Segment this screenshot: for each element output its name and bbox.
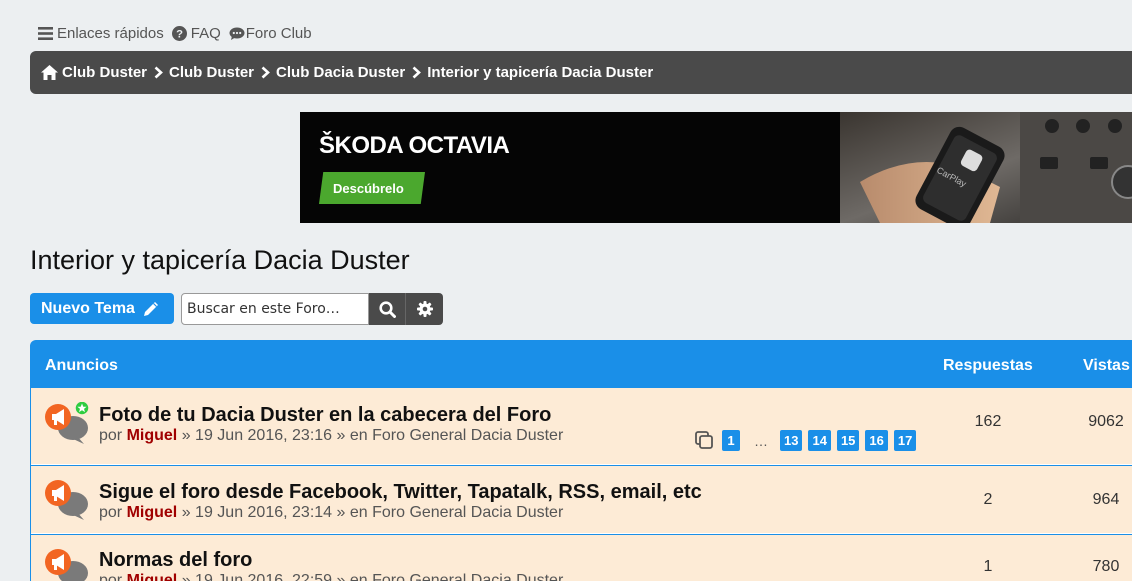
page-link-14[interactable]: 14 <box>808 430 831 451</box>
meta-date: » 19 Jun 2016, 22:59 » en <box>181 572 368 581</box>
breadcrumb-item-home[interactable]: Club Duster <box>62 64 147 81</box>
svg-text:?: ? <box>176 28 183 40</box>
topic-replies: 1 <box>983 558 993 575</box>
ad-banner[interactable]: ŠKODA OCTAVIA Descúbrelo CarPlay <box>300 112 1132 223</box>
topic-forum-link[interactable]: Foro General Dacia Duster <box>372 572 563 581</box>
header-views-label: Vistas <box>1083 357 1130 374</box>
announcement-icon <box>45 549 88 581</box>
header-section-label: Anuncios <box>45 357 118 374</box>
home-icon[interactable] <box>41 65 58 80</box>
chevron-right-icon <box>412 66 422 79</box>
quicklinks-bar: Enlaces rápidos ? FAQ Foro Club <box>38 22 320 44</box>
topic-author-link[interactable]: Miguel <box>127 427 178 444</box>
topic-pagination: 1 … 13 14 15 16 17 <box>695 430 922 451</box>
quicklinks-menu[interactable]: Enlaces rápidos <box>38 25 164 42</box>
topic-row: Normas del foro por Miguel » 19 Jun 2016… <box>31 535 1132 581</box>
topic-title-link[interactable]: Normas del foro <box>99 549 252 572</box>
search-icon <box>378 300 396 318</box>
topic-views: 780 <box>1092 558 1120 575</box>
breadcrumb: Club Duster Club Duster Club Dacia Duste… <box>30 51 1132 94</box>
page-link-15[interactable]: 15 <box>836 430 860 451</box>
topic-author-link[interactable]: Miguel <box>127 504 178 521</box>
quicklinks-label: Enlaces rápidos <box>57 24 164 42</box>
advanced-search-button[interactable] <box>406 293 443 325</box>
topic-meta: por Miguel » 19 Jun 2016, 23:14 » en For… <box>99 504 563 522</box>
announcement-icon <box>45 480 88 520</box>
topic-forum-link[interactable]: Foro General Dacia Duster <box>372 427 563 444</box>
header-replies-label: Respuestas <box>943 357 1033 374</box>
page-link-13[interactable]: 13 <box>780 430 803 451</box>
page-title: Interior y tapicería Dacia Duster <box>30 245 410 275</box>
page-ellipsis: … <box>754 432 768 449</box>
topic-views: 964 <box>1092 491 1120 508</box>
topic-forum-link[interactable]: Foro General Dacia Duster <box>372 504 563 521</box>
meta-by: por <box>99 572 123 581</box>
topic-title-link[interactable]: Sigue el foro desde Facebook, Twitter, T… <box>99 481 702 504</box>
new-topic-label: Nuevo Tema <box>41 299 135 317</box>
topic-replies: 162 <box>974 413 1002 430</box>
comments-icon <box>229 27 245 40</box>
meta-by: por <box>99 504 123 521</box>
topic-title-link[interactable]: Foto de tu Dacia Duster en la cabecera d… <box>99 404 551 427</box>
meta-by: por <box>99 427 123 444</box>
topic-meta: por Miguel » 19 Jun 2016, 22:59 » en For… <box>99 572 563 581</box>
bars-icon <box>38 26 53 40</box>
gear-icon <box>416 301 433 317</box>
chevron-right-icon <box>261 66 270 79</box>
topic-author-link[interactable]: Miguel <box>127 572 178 581</box>
question-circle-icon: ? <box>171 25 187 41</box>
new-topic-button[interactable]: Nuevo Tema <box>30 293 174 324</box>
banner-title: ŠKODA OCTAVIA <box>319 132 510 159</box>
club-label: Foro Club <box>245 24 312 42</box>
banner-phone-image: CarPlay <box>840 112 1132 223</box>
topic-views: 9062 <box>1088 413 1124 430</box>
breadcrumb-item-club-duster[interactable]: Club Duster <box>169 64 254 81</box>
faq-label: FAQ <box>190 24 221 42</box>
search-button[interactable] <box>369 293 406 325</box>
page-link-16[interactable]: 16 <box>865 430 888 451</box>
forum-search <box>181 293 443 325</box>
chevron-right-icon <box>154 66 163 79</box>
announcements-header: Anuncios Respuestas Vistas <box>30 340 1132 388</box>
pencil-icon <box>143 301 159 317</box>
page-link-1[interactable]: 1 <box>722 430 740 451</box>
faq-link[interactable]: ? FAQ <box>171 24 221 42</box>
breadcrumb-item-current[interactable]: Interior y tapicería Dacia Duster <box>427 64 653 81</box>
topic-replies: 2 <box>983 491 993 508</box>
breadcrumb-item-club-dacia-duster[interactable]: Club Dacia Duster <box>276 64 405 81</box>
pages-icon[interactable] <box>695 431 714 450</box>
search-input[interactable] <box>181 293 369 325</box>
announcements-panel: Anuncios Respuestas Vistas Foto de tu Da… <box>30 340 1132 581</box>
banner-cta-button[interactable]: Descúbrelo <box>319 172 425 204</box>
topic-row: Foto de tu Dacia Duster en la cabecera d… <box>31 388 1132 465</box>
page-link-17[interactable]: 17 <box>893 430 917 451</box>
topic-meta: por Miguel » 19 Jun 2016, 23:16 » en For… <box>99 427 563 445</box>
meta-date: » 19 Jun 2016, 23:16 » en <box>181 427 368 444</box>
club-link[interactable]: Foro Club <box>229 25 312 42</box>
topic-row: Sigue el foro desde Facebook, Twitter, T… <box>31 466 1132 534</box>
announcement-icon <box>45 402 90 444</box>
meta-date: » 19 Jun 2016, 23:14 » en <box>181 504 368 521</box>
